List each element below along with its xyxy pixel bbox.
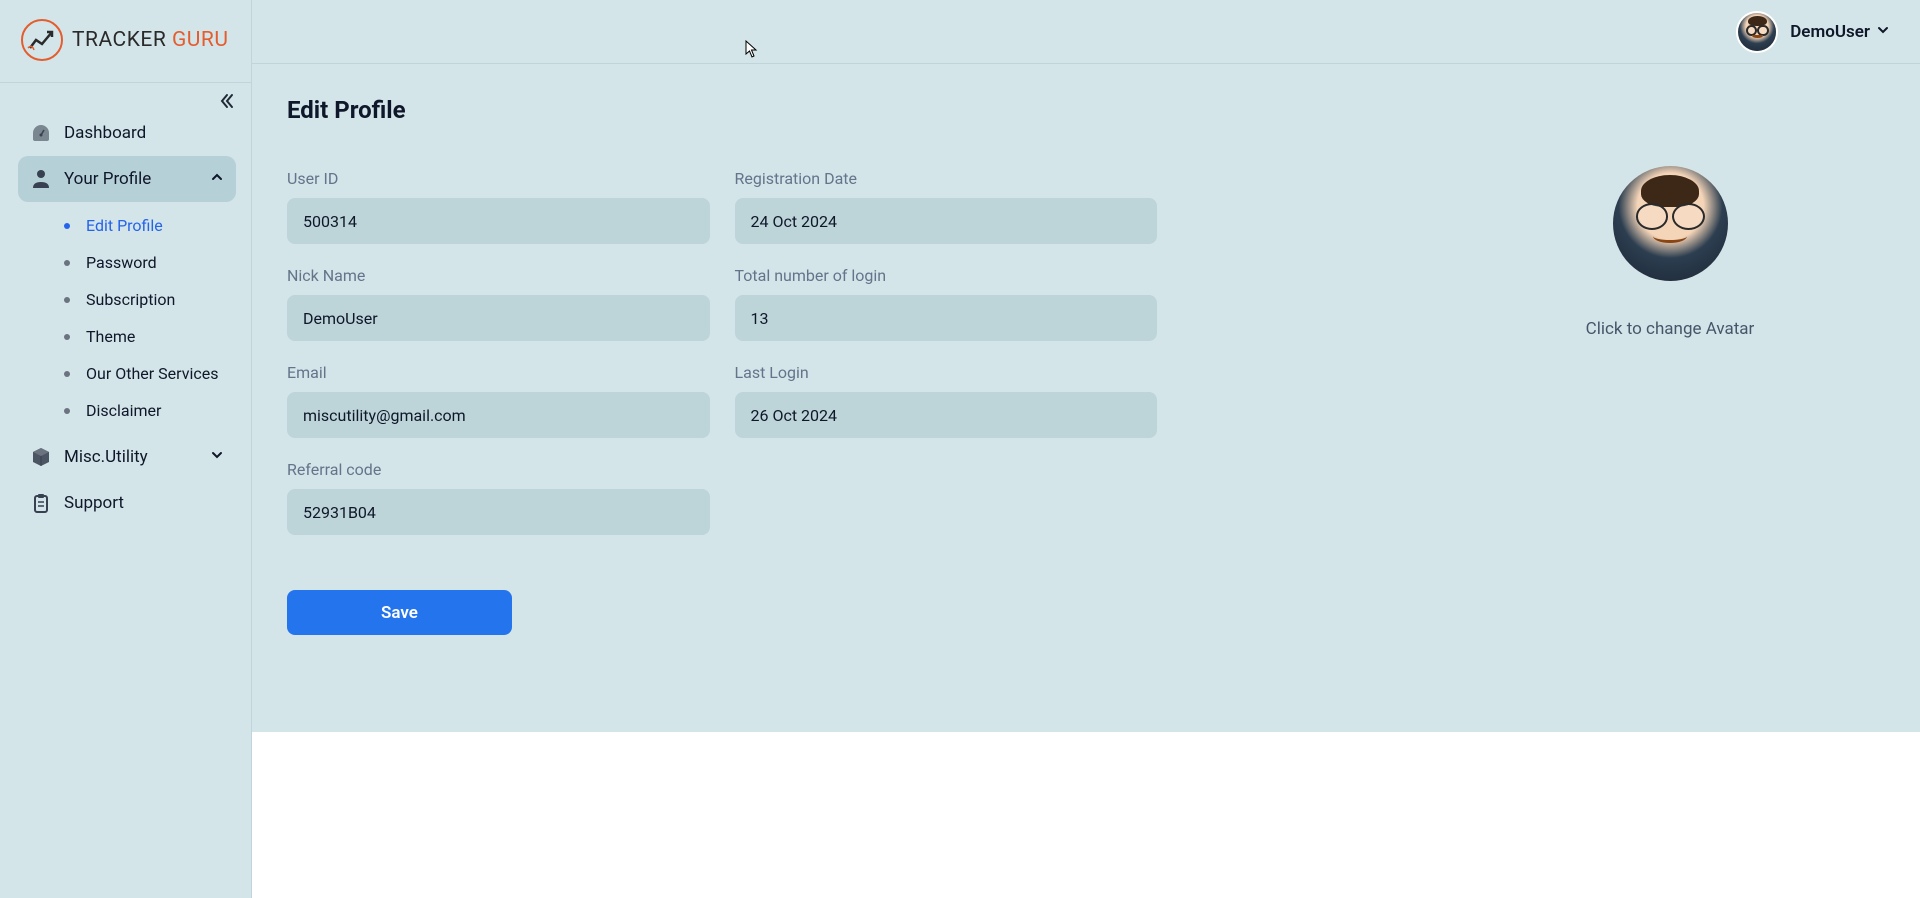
- user-avatar-small[interactable]: [1736, 11, 1778, 53]
- field-last-login: Last Login: [735, 363, 1158, 438]
- total-logins-input[interactable]: [735, 295, 1158, 341]
- sidebar-subitem-label: Theme: [86, 327, 135, 346]
- sidebar-item-misc-utility[interactable]: Misc.Utility: [18, 434, 236, 480]
- clipboard-icon: [30, 492, 52, 514]
- sidebar-subitem-password[interactable]: Password: [56, 244, 236, 281]
- field-label: Total number of login: [735, 266, 1158, 285]
- main-content: DemoUser Edit Profile User ID Registrati…: [252, 0, 1920, 898]
- page-title: Edit Profile: [287, 96, 1415, 124]
- sidebar-collapse-button[interactable]: [218, 92, 236, 114]
- user-id-input[interactable]: [287, 198, 710, 244]
- sidebar-subitem-label: Subscription: [86, 290, 175, 309]
- field-user-id: User ID: [287, 169, 710, 244]
- bullet-icon: [64, 408, 70, 414]
- logo-icon: [20, 18, 64, 62]
- field-label: Referral code: [287, 460, 710, 479]
- sidebar: TRACKER GURU Dashboard: [0, 0, 252, 898]
- email-input[interactable]: [287, 392, 710, 438]
- referral-code-input[interactable]: [287, 489, 710, 535]
- field-email: Email: [287, 363, 710, 438]
- chevron-up-icon: [210, 169, 224, 189]
- topbar: DemoUser: [252, 0, 1920, 64]
- sidebar-nav: Dashboard Your Profile Edit Profile: [0, 98, 251, 526]
- chevron-down-icon: [210, 447, 224, 467]
- sidebar-item-support[interactable]: Support: [18, 480, 236, 526]
- logo[interactable]: TRACKER GURU: [0, 0, 251, 82]
- chevron-down-icon: [1876, 22, 1890, 42]
- field-label: Registration Date: [735, 169, 1158, 188]
- field-label: User ID: [287, 169, 710, 188]
- sidebar-subnav: Edit Profile Password Subscription Theme…: [18, 202, 236, 434]
- avatar-large[interactable]: [1613, 166, 1728, 281]
- sidebar-subitem-disclaimer[interactable]: Disclaimer: [56, 392, 236, 429]
- bullet-icon: [64, 223, 70, 229]
- dashboard-icon: [30, 122, 52, 144]
- last-login-input[interactable]: [735, 392, 1158, 438]
- sidebar-item-label: Your Profile: [64, 169, 151, 189]
- sidebar-subitem-label: Disclaimer: [86, 401, 161, 420]
- field-label: Email: [287, 363, 710, 382]
- field-total-logins: Total number of login: [735, 266, 1158, 341]
- field-nick-name: Nick Name: [287, 266, 710, 341]
- content-area: Edit Profile User ID Registration Date N…: [252, 64, 1920, 898]
- field-referral-code: Referral code: [287, 460, 710, 535]
- field-registration-date: Registration Date: [735, 169, 1158, 244]
- form-area: Edit Profile User ID Registration Date N…: [287, 96, 1415, 866]
- sidebar-subitem-edit-profile[interactable]: Edit Profile: [56, 207, 236, 244]
- sidebar-item-your-profile[interactable]: Your Profile: [18, 156, 236, 202]
- field-label: Nick Name: [287, 266, 710, 285]
- sidebar-subitem-subscription[interactable]: Subscription: [56, 281, 236, 318]
- bullet-icon: [64, 371, 70, 377]
- sidebar-item-label: Misc.Utility: [64, 447, 148, 467]
- chevron-left-double-icon: [218, 92, 236, 110]
- form-grid: User ID Registration Date Nick Name Tota…: [287, 169, 1157, 535]
- sidebar-subitem-other-services[interactable]: Our Other Services: [56, 355, 236, 392]
- sidebar-subitem-theme[interactable]: Theme: [56, 318, 236, 355]
- sidebar-item-label: Support: [64, 493, 124, 513]
- user-icon: [30, 168, 52, 190]
- logo-text: TRACKER GURU: [72, 28, 228, 52]
- bullet-icon: [64, 334, 70, 340]
- sidebar-subitem-label: Password: [86, 253, 157, 272]
- bullet-icon: [64, 260, 70, 266]
- sidebar-subitem-label: Edit Profile: [86, 216, 163, 235]
- field-label: Last Login: [735, 363, 1158, 382]
- sidebar-item-label: Dashboard: [64, 123, 146, 143]
- username-label: DemoUser: [1790, 22, 1870, 42]
- bullet-icon: [64, 297, 70, 303]
- sidebar-subitem-label: Our Other Services: [86, 364, 218, 383]
- avatar-caption: Click to change Avatar: [1586, 319, 1755, 339]
- registration-date-input[interactable]: [735, 198, 1158, 244]
- avatar-area: Click to change Avatar: [1495, 96, 1845, 866]
- save-button[interactable]: Save: [287, 590, 512, 635]
- box-icon: [30, 446, 52, 468]
- user-menu-dropdown[interactable]: DemoUser: [1790, 22, 1890, 42]
- nick-name-input[interactable]: [287, 295, 710, 341]
- sidebar-item-dashboard[interactable]: Dashboard: [18, 110, 236, 156]
